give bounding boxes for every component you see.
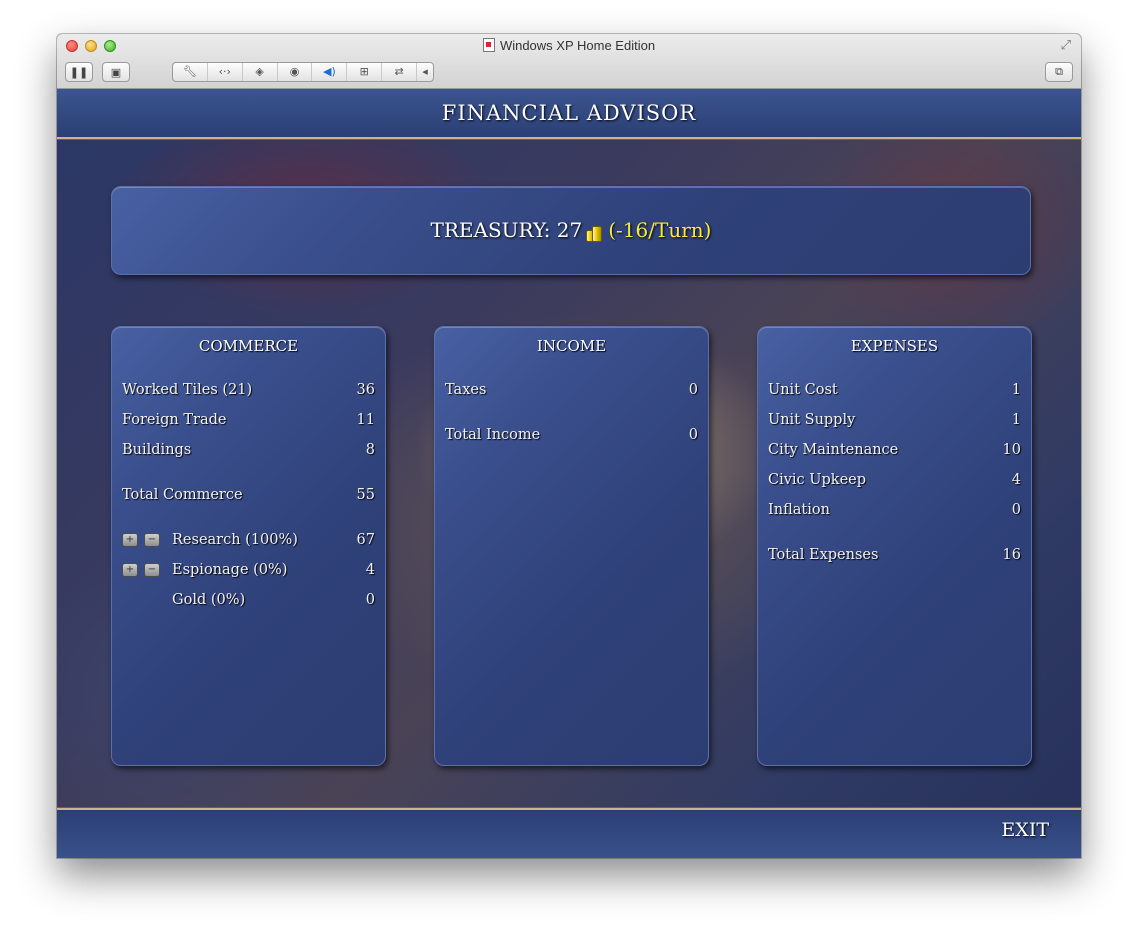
row-label: Taxes — [445, 382, 487, 398]
row-value: 0 — [688, 427, 698, 443]
treasury-panel: TREASURY: 27 (-16/Turn) — [111, 186, 1031, 275]
usb-icon[interactable]: ⊞ — [347, 63, 383, 81]
row-value: 1 — [1011, 412, 1021, 428]
commerce-row-worked-tiles: Worked Tiles (21) 36 — [122, 380, 375, 410]
commerce-row-espionage: + − Espionage (0%) 4 — [122, 560, 375, 590]
sound-icon[interactable]: ◀) — [312, 63, 348, 81]
gold-coins-icon — [586, 223, 603, 242]
row-value: 11 — [356, 412, 375, 428]
restore-icon: ⧉ — [1055, 65, 1063, 78]
row-label: Unit Supply — [768, 412, 856, 428]
commerce-row-gold: Gold (0%) 0 — [122, 590, 375, 620]
fullscreen-icon[interactable]: ⤢ — [1061, 38, 1071, 53]
screen-footer: EXIT — [57, 808, 1081, 858]
sharing-icon[interactable]: ⇄ — [382, 63, 418, 81]
research-decrease-button[interactable]: − — [144, 533, 160, 547]
income-title: INCOME — [536, 337, 607, 355]
commerce-row-total: Total Commerce 55 — [122, 485, 375, 515]
row-label: Foreign Trade — [122, 412, 227, 428]
row-value: 0 — [688, 382, 698, 398]
window-title-text: Windows XP Home Edition — [499, 38, 656, 53]
screenshot-button[interactable]: ▣ — [102, 62, 130, 82]
cd-icon[interactable]: ◉ — [278, 63, 313, 81]
commerce-panel: COMMERCE Worked Tiles (21) 36 Foreign Tr… — [111, 326, 386, 766]
expenses-row-total: Total Expenses 16 — [768, 545, 1021, 575]
commerce-row-research: + − Research (100%) 67 — [122, 530, 375, 560]
research-increase-button[interactable]: + — [122, 533, 138, 547]
row-value: 4 — [1011, 472, 1021, 488]
disk-icon[interactable]: ◈ — [243, 63, 278, 81]
wrench-icon[interactable]: 🔧︎ — [173, 63, 208, 81]
screen-title: FINANCIAL ADVISOR — [441, 101, 697, 125]
row-value: 1 — [1011, 382, 1021, 398]
row-label: Gold (0%) — [172, 592, 246, 608]
row-label: Worked Tiles (21) — [122, 382, 253, 398]
row-value: 0 — [365, 592, 375, 608]
treasury-label: TREASURY: 27 — [430, 218, 583, 242]
vm-window: Windows XP Home Edition ⤢ ❚❚ ▣ 🔧︎ ‹·› ◈ … — [57, 34, 1081, 858]
income-row-taxes: Taxes 0 — [445, 380, 698, 410]
collapse-icon[interactable]: ◂ — [417, 63, 433, 81]
window-titlebar[interactable]: Windows XP Home Edition ⤢ ❚❚ ▣ 🔧︎ ‹·› ◈ … — [57, 34, 1081, 89]
row-value: 67 — [356, 532, 375, 548]
row-label: Total Expenses — [768, 547, 879, 563]
expenses-title: EXPENSES — [850, 337, 939, 355]
expenses-row-unit-cost: Unit Cost 1 — [768, 380, 1021, 410]
row-value: 55 — [356, 487, 375, 503]
document-icon — [482, 38, 495, 52]
financial-advisor-screen: FINANCIAL ADVISOR TREASURY: 27 (-16/Turn)… — [57, 89, 1081, 858]
row-label: Unit Cost — [768, 382, 838, 398]
income-panel: INCOME Taxes 0 Total Income 0 — [434, 326, 709, 766]
espionage-decrease-button[interactable]: − — [144, 563, 160, 577]
expenses-row-unit-supply: Unit Supply 1 — [768, 410, 1021, 440]
expenses-row-city-maintenance: City Maintenance 10 — [768, 440, 1021, 470]
restore-button[interactable]: ⧉ — [1045, 62, 1073, 82]
espionage-increase-button[interactable]: + — [122, 563, 138, 577]
commerce-row-buildings: Buildings 8 — [122, 440, 375, 470]
row-value: 36 — [356, 382, 375, 398]
row-value: 10 — [1002, 442, 1021, 458]
row-label: City Maintenance — [768, 442, 899, 458]
row-value: 16 — [1002, 547, 1021, 563]
row-value: 8 — [365, 442, 375, 458]
exit-button[interactable]: EXIT — [1001, 819, 1049, 841]
device-toolbar: 🔧︎ ‹·› ◈ ◉ ◀) ⊞ ⇄ ◂ — [172, 62, 434, 82]
treasury-rate: (-16/Turn) — [608, 218, 712, 242]
row-label: Research (100%) — [172, 532, 298, 548]
income-row-total: Total Income 0 — [445, 425, 698, 455]
pause-button[interactable]: ❚❚ — [65, 62, 93, 82]
commerce-title: COMMERCE — [198, 337, 299, 355]
expenses-row-inflation: Inflation 0 — [768, 500, 1021, 530]
row-label: Civic Upkeep — [768, 472, 867, 488]
network-icon[interactable]: ‹·› — [208, 63, 243, 81]
pause-icon: ❚❚ — [69, 65, 89, 79]
row-label: Espionage (0%) — [172, 562, 288, 578]
screen-header: FINANCIAL ADVISOR — [57, 89, 1081, 139]
commerce-row-foreign-trade: Foreign Trade 11 — [122, 410, 375, 440]
row-label: Inflation — [768, 502, 830, 518]
screenshot-icon: ▣ — [110, 65, 122, 79]
row-label: Buildings — [122, 442, 192, 458]
window-title: Windows XP Home Edition — [57, 38, 1081, 53]
row-label: Total Commerce — [122, 487, 243, 503]
row-label: Total Income — [445, 427, 541, 443]
row-value: 4 — [365, 562, 375, 578]
expenses-row-civic-upkeep: Civic Upkeep 4 — [768, 470, 1021, 500]
expenses-panel: EXPENSES Unit Cost 1 Unit Supply 1 City … — [757, 326, 1032, 766]
row-value: 0 — [1011, 502, 1021, 518]
